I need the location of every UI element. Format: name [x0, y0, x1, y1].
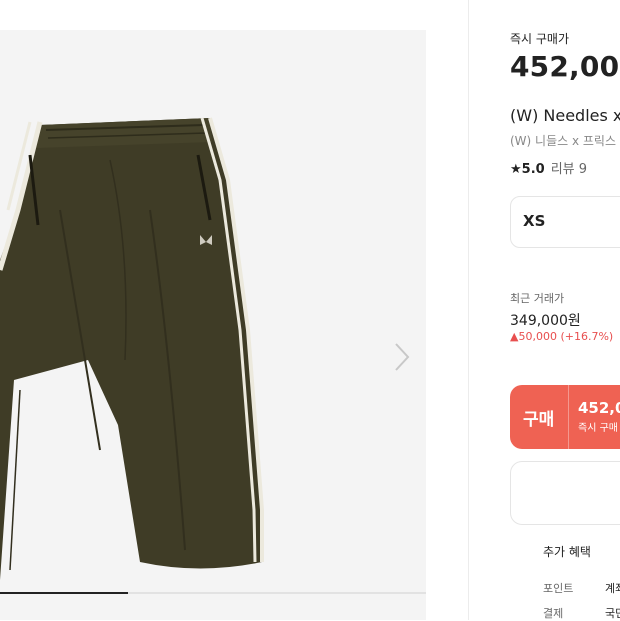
product-image-gallery[interactable]: [0, 30, 426, 620]
sell-button[interactable]: [510, 461, 620, 525]
benefit-label: 결제: [543, 607, 564, 620]
buy-button-label: 구매: [523, 410, 555, 430]
recent-trade-label: 최근 거래가: [510, 292, 565, 305]
benefit-value: 계좌: [605, 582, 620, 595]
next-image-button[interactable]: [390, 340, 414, 374]
buy-button-price: 452,0: [578, 399, 620, 417]
product-name-ko: (W) 니들스 x 프릭스: [510, 134, 617, 148]
benefit-row-point: 포인트 계좌: [543, 580, 620, 596]
product-rating[interactable]: ★5.0 리뷰 9: [510, 158, 587, 177]
star-icon: ★: [510, 162, 522, 177]
rating-score: 5.0: [521, 162, 545, 177]
recent-trade-price: 349,000원: [510, 313, 581, 329]
product-image-track-pants: [0, 117, 264, 580]
gallery-progress-fill: [0, 592, 128, 594]
benefit-label: 포인트: [543, 582, 574, 595]
buy-button-divider: [568, 385, 569, 449]
size-selector[interactable]: XS: [510, 196, 620, 248]
buy-button[interactable]: 구매 452,0 즉시 구매: [510, 385, 620, 449]
gallery-progress-bar: [0, 592, 426, 594]
chevron-right-icon: [395, 343, 410, 371]
buy-button-sub: 즉시 구매: [578, 423, 618, 434]
product-name-en: (W) Needles x: [510, 106, 620, 125]
review-count: 리뷰 9: [550, 162, 588, 177]
benefit-value: 국민: [605, 607, 620, 620]
instant-buy-price: 452,000: [510, 50, 620, 83]
benefit-row-payment: 결제 국민: [543, 605, 620, 621]
selected-size: XS: [523, 212, 546, 230]
instant-buy-label: 즉시 구매가: [510, 32, 570, 46]
recent-trade-change: ▲50,000 (+16.7%): [510, 330, 614, 343]
benefits-title: 추가 혜택: [543, 545, 591, 559]
panel-divider: [468, 0, 469, 620]
